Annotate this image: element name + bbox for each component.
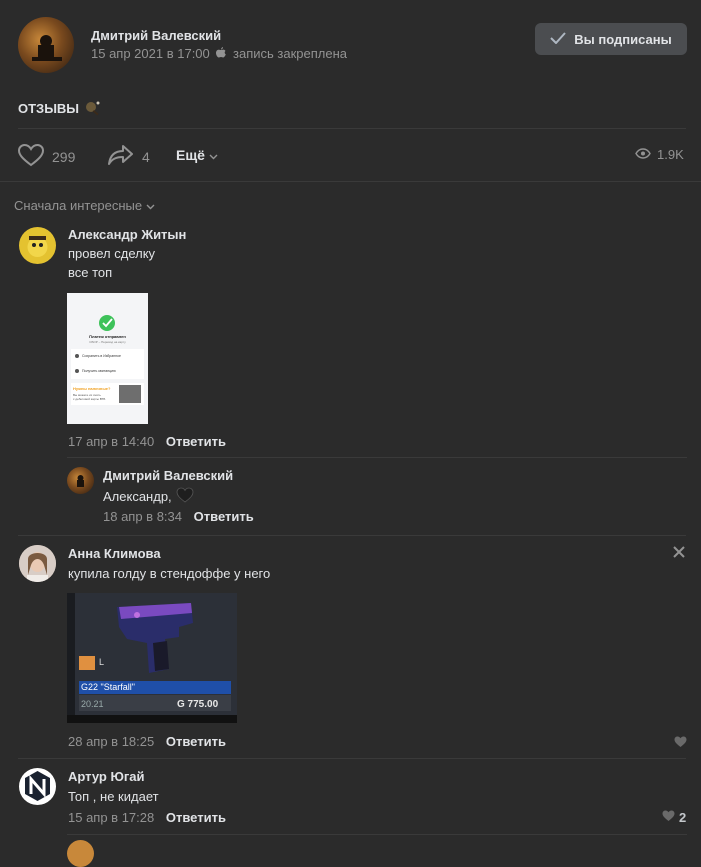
share-button[interactable]: 4 [108,144,150,169]
share-count: 4 [142,148,150,165]
comment-author[interactable]: Артур Югай [68,769,145,784]
comment-author[interactable]: Дмитрий Валевский [103,468,233,483]
receipt-title: Платеж отправлен [89,334,126,339]
subscribed-button[interactable]: Вы подписаны [535,23,687,55]
avatar-silhouette-icon [32,35,62,61]
chevron-down-icon [209,147,218,163]
more-button[interactable]: Ещё [176,147,218,163]
heart-icon [674,736,687,751]
comment-text: Александр, [103,487,194,506]
gun-year: 20.21 [81,699,104,709]
comment-divider [18,535,686,536]
receipt-promo-title: Нужны наличные? [73,386,111,391]
comment-text: провел сделку [68,246,156,261]
commenter-avatar[interactable] [19,768,56,805]
sort-label: Сначала интересные [14,198,143,213]
receipt-screenshot[interactable]: Платеж отправлен СБОР – Перевод на карту… [67,293,148,424]
comment-author[interactable]: Александр Житын [68,227,186,242]
comment-date[interactable]: 18 апр в 8:34 [103,509,182,524]
comment-divider [67,457,687,458]
share-icon [108,144,134,169]
reply-button[interactable]: Ответить [194,509,254,524]
post-text-content: ОТЗЫВЫ [18,101,80,116]
receipt-promo-text: с дебетовой карты ВТБ [73,397,106,401]
post-divider-bottom [0,181,701,182]
comment-text: все топ [68,265,113,280]
comment-date[interactable]: 28 апр в 18:25 [68,734,154,749]
views: 1.9K [635,147,684,162]
logo-avatar-icon [25,771,50,801]
post-date[interactable]: 15 апр 2021 в 17:00 [91,46,210,61]
gun-tag: L [99,657,105,667]
cartoon-avatar-icon [27,236,48,257]
views-count: 1.9K [657,147,684,162]
avatar-silhouette-icon [77,475,84,487]
like-button[interactable]: 299 [17,143,76,170]
comment-like-count: 2 [679,810,687,825]
subscribed-button-label: Вы подписаны [574,31,672,47]
ping-pong-icon [85,100,101,119]
reply-button[interactable]: Ответить [166,434,226,449]
comment-divider [18,758,686,759]
comment-like-button[interactable]: 2 [662,810,686,825]
comment-text-content: Александр, [103,489,172,504]
close-icon[interactable] [673,546,685,561]
post-meta: 15 апр 2021 в 17:00 запись закреплена [91,46,347,61]
like-count: 299 [52,149,76,165]
black-heart-icon [176,487,194,506]
commenter-avatar[interactable] [19,545,56,582]
comment-author[interactable]: Анна Климова [68,546,161,561]
comment-meta: 15 апр в 17:28 Ответить [68,810,226,825]
post-divider-top [18,128,686,129]
comment-text: Топ , не кидает [68,789,159,804]
comment-date[interactable]: 17 апр в 14:40 [68,434,154,449]
comment-divider [67,834,687,835]
comment-meta: 17 апр в 14:40 Ответить [68,434,226,449]
more-label: Ещё [176,147,205,163]
apple-icon [216,46,227,61]
commenter-avatar[interactable] [67,467,94,494]
gun-price: G 775.00 [177,699,219,710]
heart-icon [17,143,45,170]
reply-button[interactable]: Ответить [166,734,226,749]
comment-meta: 18 апр в 8:34 Ответить [103,509,254,524]
receipt-row: Сохранить в Избранное [82,354,121,358]
receipt-row: Получить квитанцию [82,369,116,373]
post-text: ОТЗЫВЫ [18,100,101,119]
gun-card-screenshot[interactable]: L G22 "Starfall" 20.21 G 775.00 [67,593,237,723]
comment-text: купила голду в стендоффе у него [68,566,271,581]
comment-meta: 28 апр в 18:25 Ответить [68,734,226,749]
commenter-avatar-partial[interactable] [67,840,94,867]
check-icon [550,31,567,47]
reply-button[interactable]: Ответить [166,810,226,825]
chevron-down-icon [146,198,155,213]
pinned-label: запись закреплена [233,46,347,61]
eye-icon [635,147,651,162]
receipt-subtitle: СБОР – Перевод на карту [89,340,126,344]
commenter-avatar[interactable] [19,227,56,264]
gun-name: G22 "Starfall" [81,682,135,692]
person-photo-icon [19,545,56,582]
heart-icon [662,810,675,825]
comment-like-button[interactable] [674,736,687,751]
receipt-graphic [67,293,148,424]
post-author-avatar[interactable] [18,17,74,73]
comments-sort[interactable]: Сначала интересные [14,198,155,213]
comment-date[interactable]: 15 апр в 17:28 [68,810,154,825]
post-author-name[interactable]: Дмитрий Валевский [91,28,221,43]
